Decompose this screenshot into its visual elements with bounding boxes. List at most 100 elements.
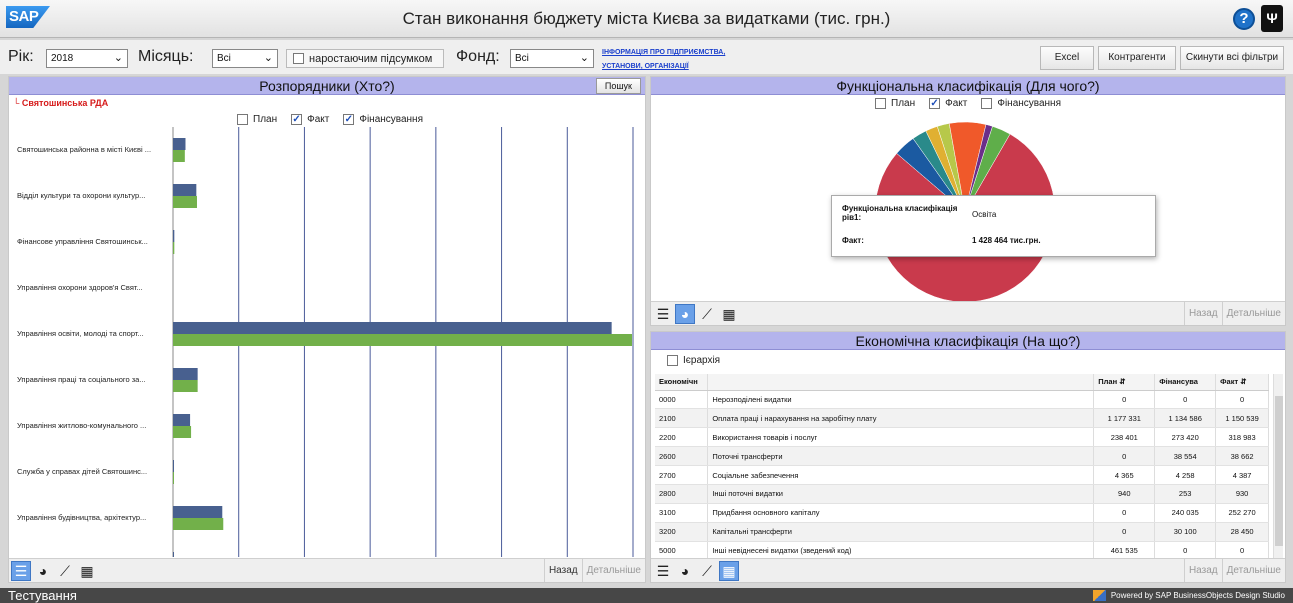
cell-code: 2700 xyxy=(655,465,709,485)
cell-plan: 940 xyxy=(1093,484,1156,504)
bar-financing[interactable] xyxy=(173,426,192,438)
bar-financing[interactable] xyxy=(173,472,174,484)
functional-pie-chart[interactable] xyxy=(651,77,1285,301)
table-row[interactable]: 2600 Поточні трансферти 0 38 554 38 662 xyxy=(655,446,1269,467)
cumulative-checkbox[interactable]: наростаючим підсумком xyxy=(286,49,444,68)
table-row[interactable]: 0000 Нерозподілені видатки 0 0 0 xyxy=(655,390,1269,410)
year-label: Рік: xyxy=(8,48,34,65)
bar-financing[interactable] xyxy=(173,518,224,530)
table-row[interactable]: 3200 Капітальні трансферти 0 30 100 28 450 xyxy=(655,522,1269,542)
pie-chart-icon[interactable]: ◕ xyxy=(675,561,695,581)
panel-footer: ☰ ◕ ⟋ ▦ Назад Детальніше xyxy=(9,558,645,582)
cell-name: Нерозподілені видатки xyxy=(707,390,1095,410)
table-icon[interactable]: ▦ xyxy=(77,561,97,581)
details-button[interactable]: Детальніше xyxy=(1221,559,1285,582)
table-row[interactable]: 2100 Оплата праці і нарахування на заробі… xyxy=(655,408,1269,429)
cell-name: Інші поточні видатки xyxy=(707,484,1095,504)
bar-fact[interactable] xyxy=(173,322,612,334)
scrollbar-thumb[interactable] xyxy=(1275,396,1283,546)
bar-fact[interactable] xyxy=(173,368,198,380)
line-chart-icon[interactable]: ⟋ xyxy=(55,561,75,581)
column-header-code[interactable]: Економічн xyxy=(655,374,709,391)
line-chart-icon[interactable]: ⟋ xyxy=(697,561,717,581)
cell-financing: 253 xyxy=(1154,484,1217,504)
filter-bar: Рік: 2018 ⌄ Місяць: Всі ⌄ наростаючим підс… xyxy=(0,40,1293,74)
cell-financing: 240 035 xyxy=(1154,503,1217,523)
fund-select[interactable]: Всі ⌄ xyxy=(510,49,594,68)
organizations-info-link[interactable]: ІНФОРМАЦІЯ ПРО ПІДПРИЄМСТВА, УСТАНОВИ, О… xyxy=(602,46,742,74)
bar-financing[interactable] xyxy=(173,196,197,208)
bar-financing[interactable] xyxy=(173,150,185,162)
back-button[interactable]: Назад xyxy=(1183,559,1222,582)
environment-label: Тестування xyxy=(8,588,77,603)
bar-chart-icon[interactable]: ☰ xyxy=(653,304,673,324)
cell-code: 2600 xyxy=(655,446,709,467)
bar-fact[interactable] xyxy=(173,414,191,426)
back-button[interactable]: Назад xyxy=(1183,302,1222,325)
checkbox-box[interactable] xyxy=(293,53,304,64)
cell-plan: 1 177 331 xyxy=(1093,408,1156,429)
table-row[interactable]: 2800 Інші поточні видатки 940 253 930 xyxy=(655,484,1269,504)
page-title: Стан виконання бюджету міста Києва за ви… xyxy=(402,9,891,28)
cell-fact: 28 450 xyxy=(1215,522,1269,542)
chevron-down-icon: ⌄ xyxy=(263,52,273,64)
hierarchy-checkbox[interactable]: Ієрархія xyxy=(667,355,720,366)
panel-title: Економічна класифікація (На що?) xyxy=(651,332,1285,350)
chevron-down-icon: ⌄ xyxy=(113,52,123,64)
back-button[interactable]: Назад xyxy=(543,559,582,582)
bar-fact[interactable] xyxy=(173,506,223,518)
functional-classification-panel: Функціональна класифікація (Для чого?) П… xyxy=(650,76,1286,326)
cell-financing: 0 xyxy=(1154,390,1217,410)
cell-financing: 273 420 xyxy=(1154,427,1217,448)
pie-chart-icon[interactable]: ◕ xyxy=(33,561,53,581)
title-bar: SAP Стан виконання бюджету міста Києва з… xyxy=(0,0,1293,38)
column-header-fact[interactable]: Факт ⇵ xyxy=(1215,374,1269,391)
cell-plan: 0 xyxy=(1093,390,1156,410)
table-scrollbar[interactable] xyxy=(1273,374,1283,566)
bar-fact[interactable] xyxy=(173,138,186,150)
bar-financing[interactable] xyxy=(173,380,198,392)
bar-fact[interactable] xyxy=(173,552,174,557)
table-row[interactable]: 2200 Використання товарів і послуг 238 401… xyxy=(655,427,1269,448)
tooltip-key: Факт: xyxy=(842,236,864,245)
month-select[interactable]: Всі ⌄ xyxy=(212,49,278,68)
table-row[interactable]: 2700 Соціальне забезпечення 4 365 4 258 4 38… xyxy=(655,465,1269,485)
help-icon[interactable]: ? xyxy=(1233,8,1255,30)
economic-classification-panel: Економічна класифікація (На що?) Ієрархі… xyxy=(650,331,1286,583)
cell-name: Придбання основного капіталу xyxy=(707,503,1095,523)
panel-footer: ☰ ◕ ⟋ ▦ Назад Детальніше xyxy=(651,558,1285,582)
chevron-down-icon: ⌄ xyxy=(579,52,589,64)
cell-financing: 38 554 xyxy=(1154,446,1217,467)
pie-chart-icon[interactable]: ◕ xyxy=(675,304,695,324)
table-row[interactable]: 3100 Придбання основного капіталу 0 240 035… xyxy=(655,503,1269,523)
bar-chart-icon[interactable]: ☰ xyxy=(11,561,31,581)
column-header-financing[interactable]: Фінансува xyxy=(1154,374,1217,391)
sort-icon[interactable]: ⇵ xyxy=(1119,377,1125,386)
cell-fact: 38 662 xyxy=(1215,446,1269,467)
excel-button[interactable]: Excel xyxy=(1040,46,1094,70)
table-icon[interactable]: ▦ xyxy=(719,304,739,324)
column-header-name[interactable] xyxy=(707,374,1095,391)
year-select[interactable]: 2018 ⌄ xyxy=(46,49,128,68)
bar-chart-icon[interactable]: ☰ xyxy=(653,561,673,581)
bar-fact[interactable] xyxy=(173,230,175,242)
details-button[interactable]: Детальніше xyxy=(1221,302,1285,325)
tooltip-value: Освіта xyxy=(972,210,997,219)
cell-name: Використання товарів і послуг xyxy=(707,427,1095,448)
bar-fact[interactable] xyxy=(173,460,174,472)
sort-icon[interactable]: ⇵ xyxy=(1240,377,1246,386)
column-header-plan[interactable]: План ⇵ xyxy=(1093,374,1156,391)
economic-table: Економічн План ⇵ Фінансува Факт ⇵ 0000 Не… xyxy=(655,374,1269,561)
bar-financing[interactable] xyxy=(173,334,633,346)
bar-fact[interactable] xyxy=(173,184,197,196)
line-chart-icon[interactable]: ⟋ xyxy=(697,304,717,324)
details-button[interactable]: Детальніше xyxy=(581,559,645,582)
table-icon[interactable]: ▦ xyxy=(719,561,739,581)
bar-financing[interactable] xyxy=(173,242,175,254)
design-studio-logo-icon xyxy=(1092,590,1106,601)
cell-plan: 0 xyxy=(1093,446,1156,467)
contractors-button[interactable]: Контрагенти xyxy=(1098,46,1176,70)
reset-filters-button[interactable]: Скинути всі фільтри xyxy=(1180,46,1284,70)
cell-code: 0000 xyxy=(655,390,709,410)
cell-financing: 30 100 xyxy=(1154,522,1217,542)
